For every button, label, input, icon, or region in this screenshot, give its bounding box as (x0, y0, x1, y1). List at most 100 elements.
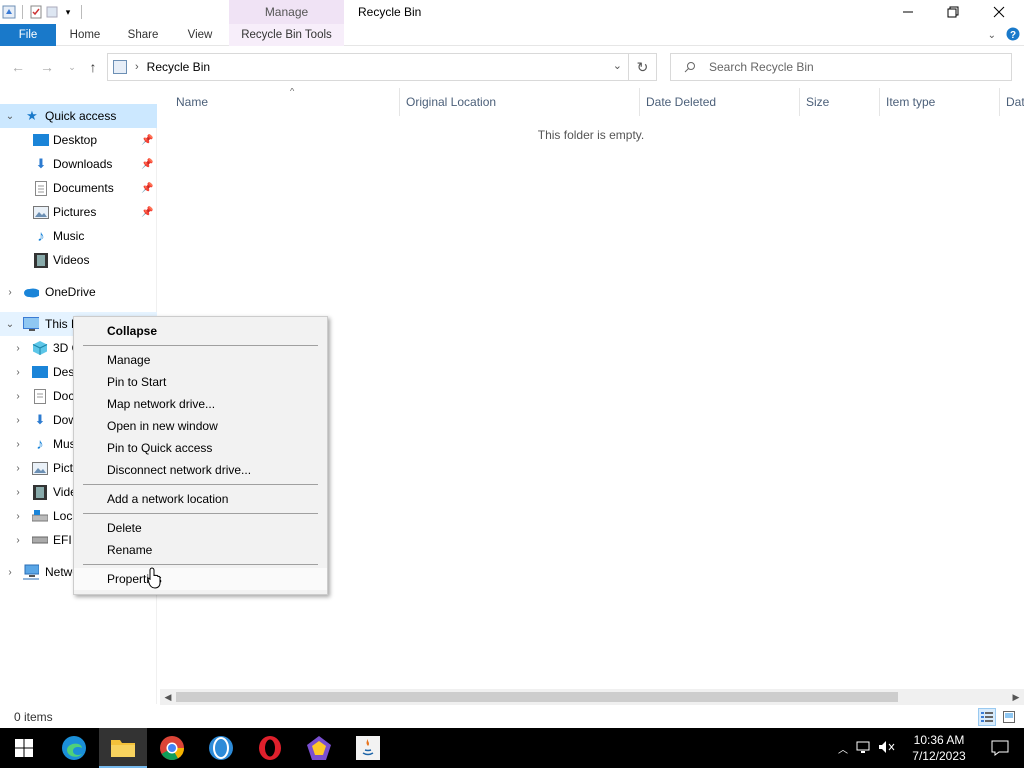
menu-item-collapse[interactable]: Collapse (74, 320, 327, 342)
help-icon[interactable]: ? (1006, 27, 1020, 44)
collapsed-chevron-icon[interactable]: › (12, 535, 24, 546)
menu-item-delete[interactable]: Delete (74, 517, 327, 539)
document-icon (32, 388, 48, 404)
column-header-item-type[interactable]: Item type (880, 88, 1000, 116)
collapsed-chevron-icon[interactable]: › (12, 367, 24, 378)
nav-item-desktop[interactable]: Desktop 📌 (0, 128, 157, 152)
scroll-right-icon[interactable]: ▶ (1008, 689, 1024, 705)
collapsed-chevron-icon[interactable]: › (12, 415, 24, 426)
taskbar-java[interactable] (344, 728, 392, 768)
menu-item-rename[interactable]: Rename (74, 539, 327, 561)
collapsed-chevron-icon[interactable]: › (4, 287, 16, 298)
collapsed-chevron-icon[interactable]: › (4, 567, 16, 578)
nav-label: Documents (53, 181, 114, 195)
window-title: Recycle Bin (358, 5, 422, 19)
taskbar-chrome[interactable] (148, 728, 196, 768)
close-button[interactable] (976, 0, 1022, 24)
expanded-chevron-icon[interactable]: ⌄ (4, 319, 16, 330)
toolbar-divider (81, 5, 82, 19)
download-arrow-icon: ⬇ (34, 412, 46, 427)
column-header-original-location[interactable]: Original Location (400, 88, 640, 116)
nav-item-quick-access[interactable]: ⌄ ★ Quick access (0, 104, 157, 128)
taskbar-clock[interactable]: 10:36 AM 7/12/2023 (906, 732, 972, 764)
taskbar-opera[interactable] (246, 728, 294, 768)
recycle-bin-app-icon[interactable] (2, 5, 16, 19)
pictures-icon (32, 460, 48, 476)
nav-item-pictures[interactable]: Pictures 📌 (0, 200, 157, 224)
large-icons-view-button[interactable] (1000, 708, 1018, 726)
collapsed-chevron-icon[interactable]: › (12, 511, 24, 522)
document-icon (33, 180, 49, 196)
item-count: 0 items (14, 710, 53, 724)
minimize-icon (903, 11, 913, 13)
notification-icon (991, 740, 1009, 756)
taskbar-app-blue[interactable] (197, 728, 245, 768)
collapsed-chevron-icon[interactable]: › (12, 391, 24, 402)
volume-muted-icon[interactable] (878, 740, 896, 757)
forward-button[interactable]: → (37, 57, 57, 77)
scroll-left-icon[interactable]: ◀ (160, 689, 176, 705)
column-label: Size (806, 95, 830, 109)
collapsed-chevron-icon[interactable]: › (12, 439, 24, 450)
tab-recycle-bin-tools[interactable]: Recycle Bin Tools (229, 24, 344, 46)
nav-item-downloads[interactable]: ⬇ Downloads 📌 (0, 152, 157, 176)
network-status-icon[interactable] (856, 740, 872, 757)
menu-item-manage[interactable]: Manage (74, 349, 327, 371)
recent-locations-button[interactable]: ⌄ (62, 57, 82, 77)
tab-file[interactable]: File (0, 24, 56, 46)
collapsed-chevron-icon[interactable]: › (12, 487, 24, 498)
column-header-date-modified[interactable]: Date modified (1000, 88, 1024, 116)
tab-home[interactable]: Home (60, 24, 110, 46)
menu-item-pin-quick-access[interactable]: Pin to Quick access (74, 437, 327, 459)
back-button[interactable]: ← (8, 57, 28, 77)
new-folder-icon[interactable] (45, 5, 59, 19)
search-box[interactable] (670, 53, 1012, 81)
expanded-chevron-icon[interactable]: ⌄ (4, 111, 16, 122)
manage-contextual-tab[interactable]: Manage (229, 0, 344, 24)
collapsed-chevron-icon[interactable]: › (12, 463, 24, 474)
tab-share[interactable]: Share (118, 24, 168, 46)
menu-item-open-new-window[interactable]: Open in new window (74, 415, 327, 437)
restore-button[interactable] (930, 0, 976, 24)
details-view-button[interactable] (978, 708, 996, 726)
column-header-date-deleted[interactable]: Date Deleted (640, 88, 800, 116)
taskbar-file-explorer[interactable] (99, 728, 147, 768)
opera-icon (259, 736, 281, 760)
show-hidden-icons-icon[interactable]: ︿ (838, 741, 848, 756)
horizontal-scrollbar[interactable]: ◀ ▶ (160, 689, 1024, 705)
menu-item-add-network-location[interactable]: Add a network location (74, 488, 327, 510)
nav-item-videos[interactable]: Videos (0, 248, 157, 272)
minimize-button[interactable] (885, 0, 931, 24)
expand-ribbon-icon[interactable]: ⌄ (988, 30, 996, 41)
refresh-button[interactable]: ↻ (628, 54, 656, 80)
nav-item-music[interactable]: ♪ Music (0, 224, 157, 248)
desktop-icon (32, 364, 48, 380)
tab-view[interactable]: View (176, 24, 224, 46)
customize-toolbar-icon[interactable]: ▾ (61, 5, 75, 19)
pin-icon: 📌 (141, 206, 154, 218)
up-button[interactable]: ↑ (83, 57, 103, 77)
scrollbar-thumb[interactable] (176, 692, 898, 702)
taskbar-app-pentagon[interactable] (295, 728, 343, 768)
nav-item-onedrive[interactable]: › OneDrive (0, 280, 157, 304)
collapsed-chevron-icon[interactable]: › (12, 343, 24, 354)
breadcrumb-chevron-icon[interactable]: › (135, 61, 139, 73)
column-header-size[interactable]: Size (800, 88, 880, 116)
search-input[interactable] (709, 60, 989, 74)
pin-icon: 📌 (141, 134, 154, 146)
taskbar-edge[interactable] (50, 728, 98, 768)
menu-item-disconnect-network-drive[interactable]: Disconnect network drive... (74, 459, 327, 481)
column-header-name[interactable]: Name ^ (170, 88, 400, 116)
menu-separator (83, 345, 318, 346)
action-center-button[interactable] (976, 728, 1024, 768)
breadcrumb-location[interactable]: Recycle Bin (147, 60, 210, 74)
menu-item-properties[interactable]: Properties (74, 568, 327, 590)
properties-icon[interactable] (29, 5, 43, 19)
menu-item-map-network-drive[interactable]: Map network drive... (74, 393, 327, 415)
address-dropdown-icon[interactable]: ⌄ (613, 59, 622, 72)
start-button[interactable] (0, 728, 48, 768)
chevron-down-icon: ⌄ (68, 61, 76, 72)
address-bar[interactable]: › Recycle Bin ⌄ ↻ (107, 53, 657, 81)
nav-item-documents[interactable]: Documents 📌 (0, 176, 157, 200)
menu-item-pin-to-start[interactable]: Pin to Start (74, 371, 327, 393)
